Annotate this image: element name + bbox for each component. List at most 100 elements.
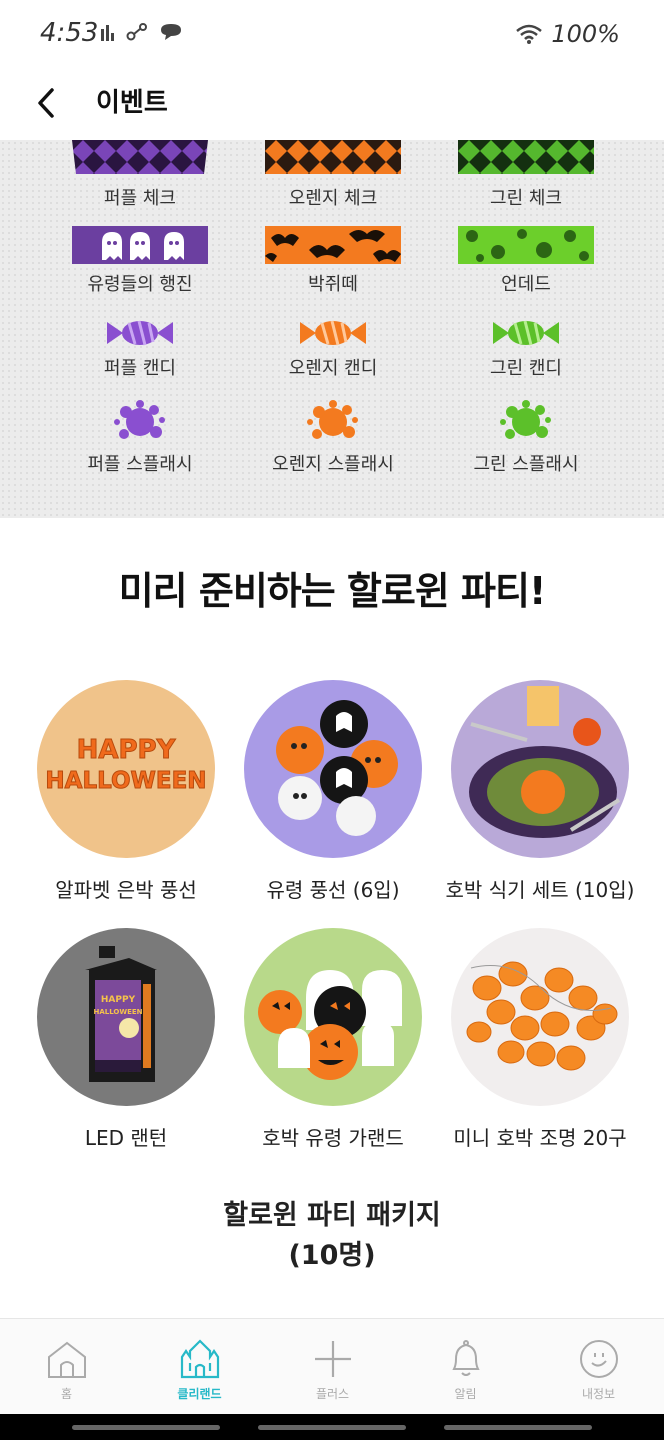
pattern-label: 오렌지 캔디 (288, 358, 378, 379)
product-name: 호박 식기 세트 (10입) (445, 878, 635, 902)
nav-item-home[interactable]: 홈 (0, 1319, 133, 1415)
chat-bubble-icon (161, 24, 181, 40)
pattern-undead[interactable]: 언데드 (426, 226, 626, 296)
product-image (451, 928, 629, 1106)
castle-icon (180, 1339, 219, 1379)
pattern-label: 그린 스플래시 (473, 454, 579, 475)
nav-item-clean-land[interactable]: 클리랜드 (133, 1319, 266, 1415)
product-image: HAPPY HALLOWEEN (37, 680, 215, 858)
product-card[interactable]: 호박 식기 세트 (10입) (435, 680, 645, 903)
pattern-bats[interactable]: 박쥐떼 (233, 226, 433, 296)
product-image (244, 680, 422, 858)
purple-candy-icon (107, 320, 173, 346)
status-right: 100% (515, 20, 620, 48)
bell-icon (451, 1340, 480, 1376)
wifi-icon (516, 24, 543, 44)
nav-label: 내정보 (581, 1387, 616, 1401)
pattern-purple-candy[interactable]: 퍼플 캔디 (40, 318, 240, 380)
app-header: 이벤트 (0, 72, 664, 140)
pattern-green-check[interactable]: 그린 체크 (426, 140, 626, 210)
product-card[interactable]: 유령 풍선 (6입) (228, 680, 438, 903)
nav-label: 플러스 (315, 1387, 350, 1401)
pattern-green-splash[interactable]: 그린 스플래시 (426, 398, 626, 476)
system-nav-back[interactable] (444, 1425, 592, 1430)
green-check-tape-icon (458, 140, 594, 174)
smile-icon (579, 1340, 618, 1378)
package-title-line2: (10명) (288, 1240, 376, 1271)
orange-check-tape-icon (265, 140, 401, 174)
product-name: 호박 유령 가랜드 (262, 1126, 404, 1150)
pattern-label: 박쥐떼 (308, 274, 358, 295)
system-nav-bar (0, 1414, 664, 1440)
status-bar: 4:53 100% (0, 0, 664, 72)
product-name: 알파벳 은박 풍선 (55, 878, 197, 902)
pattern-orange-candy[interactable]: 오렌지 캔디 (233, 318, 433, 380)
signal-bars-icon (101, 25, 114, 41)
package-title-line1: 할로윈 파티 패키지 (223, 1200, 441, 1231)
status-time: 4:53 (40, 18, 99, 48)
pattern-orange-check[interactable]: 오렌지 체크 (233, 140, 433, 210)
product-card[interactable]: HAPPY HALLOWEEN 알파벳 은박 풍선 (21, 680, 231, 903)
balloon-text-halloween: HALLOWEEN (45, 768, 206, 794)
bottom-nav: 홈 클리랜드 플러스 알림 내정보 (0, 1318, 664, 1414)
share-icon (126, 23, 147, 41)
event-page: 4:53 100% 이벤트 퍼플 체크 오렌지 체크 그린 체크 유령들의 행진… (0, 0, 664, 1440)
pattern-ghost-parade[interactable]: 유령들의 행진 (40, 226, 240, 296)
system-nav-home[interactable] (258, 1425, 406, 1430)
lantern-text-happy: HAPPY (101, 995, 136, 1005)
home-icon (47, 1341, 86, 1378)
nav-item-my-info[interactable]: 내정보 (532, 1319, 664, 1415)
product-name: 미니 호박 조명 20구 (453, 1126, 627, 1150)
package-title: 할로윈 파티 패키지 (10명) (0, 1196, 664, 1276)
pattern-label: 퍼플 스플래시 (87, 454, 193, 475)
pattern-section: 퍼플 체크 오렌지 체크 그린 체크 유령들의 행진 박쥐떼 언데드 퍼플 캔디… (0, 140, 664, 518)
section-headline: 미리 준비하는 할로윈 파티! (118, 569, 547, 613)
nav-label: 클리랜드 (177, 1387, 222, 1401)
system-nav-recent[interactable] (72, 1425, 220, 1430)
orange-splash-icon (307, 400, 358, 439)
nav-item-plus[interactable]: 플러스 (266, 1319, 399, 1415)
pattern-label: 오렌지 스플래시 (272, 454, 394, 475)
balloon-text-happy: HAPPY (77, 735, 177, 765)
undead-tape-icon (458, 226, 594, 264)
pumpkin-tableware-icon (451, 680, 629, 858)
led-lantern-icon: HAPPY HALLOWEEN (37, 928, 215, 1106)
nav-item-alerts[interactable]: 알림 (399, 1319, 532, 1415)
product-name: LED 랜턴 (84, 1126, 168, 1150)
pattern-label: 오렌지 체크 (288, 188, 378, 209)
pattern-label: 언데드 (501, 274, 551, 295)
pattern-label: 퍼플 캔디 (104, 358, 176, 379)
back-arrow-icon[interactable] (30, 80, 70, 126)
product-card[interactable]: 호박 유령 가랜드 (228, 928, 438, 1151)
plus-icon (314, 1341, 351, 1377)
orange-candy-icon (300, 320, 366, 346)
bat-tape-icon (265, 226, 401, 264)
green-candy-icon (493, 320, 559, 346)
pattern-orange-splash[interactable]: 오렌지 스플래시 (233, 398, 433, 476)
battery-percent: 100% (551, 20, 620, 48)
product-image: HAPPY HALLOWEEN (37, 928, 215, 1106)
lantern-text-halloween: HALLOWEEN (93, 1008, 142, 1016)
pattern-label: 그린 체크 (490, 188, 562, 209)
product-card[interactable]: HAPPY HALLOWEEN LED 랜턴 (21, 928, 231, 1151)
pattern-label: 퍼플 체크 (104, 188, 176, 209)
product-card[interactable]: 미니 호박 조명 20구 (435, 928, 645, 1151)
pattern-label: 그린 캔디 (490, 358, 562, 379)
mini-pumpkin-lights-icon (451, 928, 629, 1106)
product-image (451, 680, 629, 858)
halloween-letter-balloon-icon: HAPPY HALLOWEEN (37, 680, 215, 858)
nav-label: 홈 (60, 1387, 73, 1401)
ghost-tape-icon (72, 226, 208, 264)
product-image (244, 928, 422, 1106)
product-name: 유령 풍선 (6입) (266, 878, 400, 902)
purple-splash-icon (114, 400, 165, 439)
pattern-green-candy[interactable]: 그린 캔디 (426, 318, 626, 380)
ghost-balloons-icon (244, 680, 422, 858)
pattern-purple-check[interactable]: 퍼플 체크 (40, 140, 240, 210)
green-splash-icon (500, 400, 551, 439)
pumpkin-ghost-garland-icon (244, 928, 422, 1106)
purple-check-tape-icon (72, 140, 208, 174)
status-notification-icons (100, 22, 184, 42)
page-title: 이벤트 (96, 88, 168, 118)
pattern-purple-splash[interactable]: 퍼플 스플래시 (40, 398, 240, 476)
